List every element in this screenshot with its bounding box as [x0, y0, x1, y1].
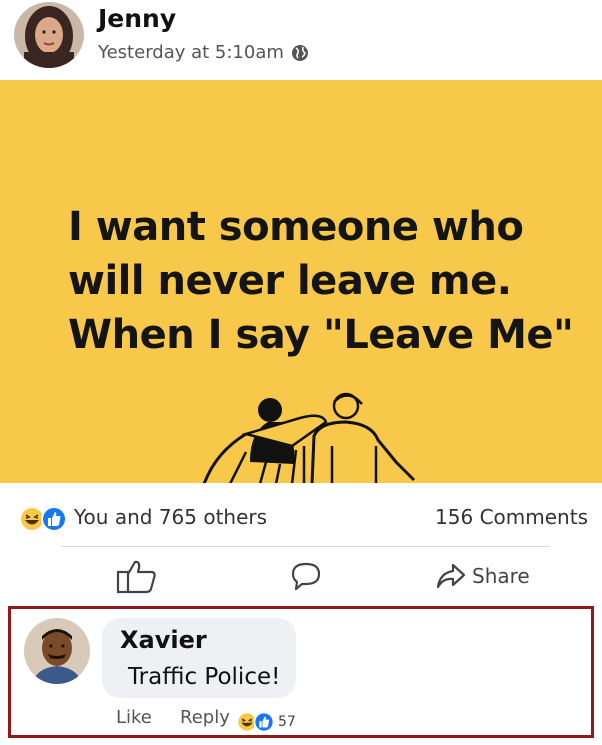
comment-text: Traffic Police! — [128, 664, 281, 690]
comment-reactions[interactable]: 57 — [236, 711, 296, 733]
post-image[interactable]: I want someone who will never leave me. … — [0, 80, 602, 483]
comments-count[interactable]: 156 Comments — [435, 505, 588, 529]
reaction-summary[interactable]: You and 765 others — [74, 505, 267, 529]
post-meta: Yesterday at 5:10am — [98, 42, 310, 63]
post-image-text-line-3: When I say "Leave Me" — [68, 312, 574, 358]
share-arrow-icon — [436, 563, 466, 589]
reaction-icons[interactable] — [18, 505, 68, 533]
post-timestamp[interactable]: Yesterday at 5:10am — [98, 42, 284, 63]
comment-button[interactable] — [290, 558, 322, 594]
post-header: Jenny Yesterday at 5:10am — [0, 0, 602, 80]
share-label: Share — [472, 564, 530, 588]
comment-bubble-icon — [291, 562, 321, 591]
globe-icon — [291, 44, 308, 61]
thumbs-up-icon — [116, 560, 156, 594]
couple-illustration — [202, 392, 416, 483]
commenter-avatar[interactable] — [24, 618, 90, 684]
like-button[interactable] — [116, 558, 158, 594]
author-avatar[interactable] — [14, 2, 84, 68]
highlighted-comment-frame — [8, 606, 594, 738]
comment-like-link[interactable]: Like — [116, 707, 152, 728]
like-react-icon — [253, 711, 275, 733]
post-author-name[interactable]: Jenny — [98, 4, 176, 33]
share-button[interactable]: Share — [436, 558, 530, 594]
comment-reply-link[interactable]: Reply — [180, 707, 230, 728]
divider — [62, 546, 550, 547]
comment-reaction-count: 57 — [278, 714, 296, 730]
post-image-text-line-2: will never leave me. — [68, 258, 512, 304]
post-image-text-line-1: I want someone who — [68, 204, 524, 250]
like-react-icon — [41, 506, 67, 532]
commenter-name[interactable]: Xavier — [120, 626, 207, 654]
